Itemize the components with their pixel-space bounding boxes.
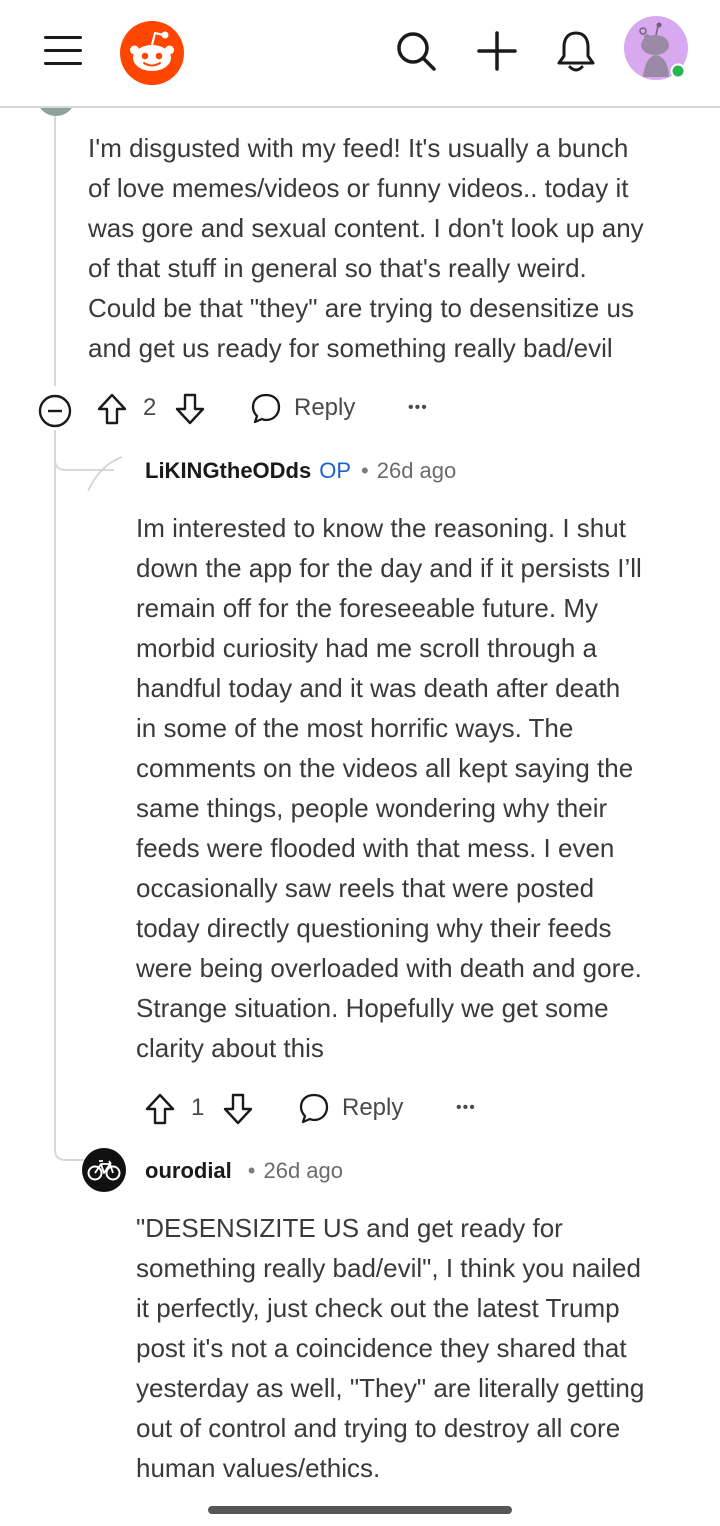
thread-line <box>54 106 56 386</box>
top-app-bar <box>0 0 720 108</box>
op-badge: OP <box>319 458 352 483</box>
comment-actions: 1 Reply ••• <box>0 1086 720 1130</box>
reply-label: Reply <box>342 1094 404 1121</box>
reply-button[interactable]: Reply <box>250 386 355 430</box>
vote-count: 1 <box>191 1094 205 1121</box>
username[interactable]: LiKINGtheODds <box>145 458 311 484</box>
comment-body: "DESENSIZITE US and get ready for someth… <box>136 1213 645 1483</box>
downvote-icon[interactable] <box>174 392 206 426</box>
upvote-icon[interactable] <box>144 1092 176 1126</box>
home-indicator[interactable] <box>208 1506 512 1514</box>
thread-connector <box>87 456 123 492</box>
more-options-icon[interactable]: ••• <box>456 1099 476 1117</box>
menu-icon[interactable] <box>44 36 84 66</box>
collapse-icon[interactable] <box>38 394 72 428</box>
bell-icon[interactable] <box>554 28 598 74</box>
reply-label: Reply <box>294 394 356 421</box>
downvote-icon[interactable] <box>222 1092 254 1126</box>
separator-dot: • <box>247 1158 256 1183</box>
user-avatar[interactable] <box>623 15 689 81</box>
reddit-logo[interactable] <box>119 20 185 86</box>
bicycle-avatar[interactable] <box>82 1148 126 1192</box>
username[interactable]: ourodial <box>145 1158 232 1184</box>
separator-dot: • <box>361 458 369 483</box>
more-options-icon[interactable]: ••• <box>408 399 428 417</box>
create-post-plus-icon[interactable] <box>476 30 518 72</box>
vote-count: 2 <box>143 394 157 421</box>
comment-bubble-icon <box>299 1093 329 1124</box>
comment-body: I'm disgusted with my feed! It's usually… <box>88 133 644 363</box>
comment-bubble-icon <box>251 393 281 424</box>
upvote-icon[interactable] <box>96 392 128 426</box>
comment-meta: ourodial • 26d ago <box>145 1153 343 1189</box>
thread-line <box>54 430 56 1130</box>
reply-button[interactable]: Reply <box>298 1086 403 1130</box>
comment-age: 26d ago <box>376 458 457 483</box>
comment-actions: 2 Reply ••• <box>0 386 720 430</box>
comment-age: 26d ago <box>263 1158 344 1183</box>
comment-body: Im interested to know the reasoning. I s… <box>136 513 642 1063</box>
comment-meta: LiKINGtheODds OP • 26d ago <box>145 453 456 489</box>
search-icon[interactable] <box>395 30 437 72</box>
